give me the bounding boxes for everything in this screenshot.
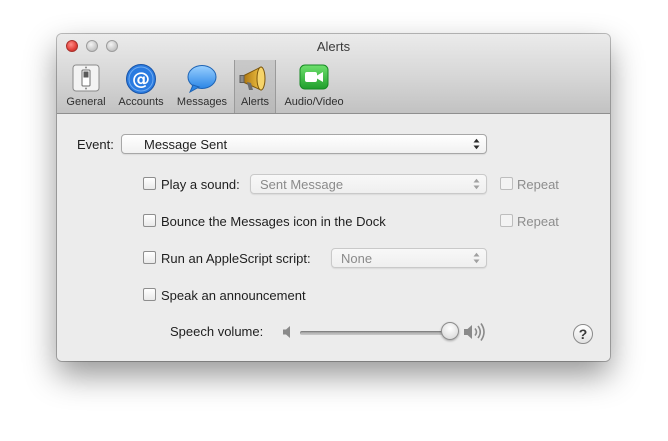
popup-arrows-icon: [473, 178, 480, 190]
speech-bubble-icon: [187, 65, 217, 94]
speaker-quiet-icon: [283, 326, 290, 338]
tab-label: Alerts: [240, 96, 270, 108]
tab-audio-video[interactable]: Audio/Video: [278, 60, 350, 113]
video-camera-icon: [299, 64, 329, 90]
window-title: Alerts: [316, 39, 351, 54]
bounce-repeat-checkbox[interactable]: [500, 214, 513, 227]
sound-repeat-label: Repeat: [517, 177, 559, 192]
speech-volume-track[interactable]: [300, 331, 450, 335]
light-switch-icon: [72, 64, 100, 92]
tab-general[interactable]: General: [62, 60, 110, 113]
alerts-preferences-window: Alerts General @ Accounts Messages Alert…: [57, 34, 610, 361]
applescript-label: Run an AppleScript script:: [161, 251, 311, 266]
applescript-checkbox[interactable]: [143, 251, 156, 264]
tab-accounts[interactable]: @ Accounts: [113, 60, 169, 113]
event-label: Event:: [77, 137, 114, 152]
speech-volume-label: Speech volume:: [170, 324, 264, 339]
alerts-pane: Event: Message Sent Play a sound: Sent M…: [57, 114, 610, 361]
tab-alerts[interactable]: Alerts: [234, 60, 276, 113]
speak-announcement-checkbox[interactable]: [143, 288, 156, 301]
speak-announcement-label: Speak an announcement: [161, 288, 306, 303]
sound-popup[interactable]: Sent Message: [250, 174, 487, 194]
play-sound-label: Play a sound:: [161, 177, 240, 192]
event-popup-value: Message Sent: [144, 137, 228, 152]
popup-arrows-icon: [473, 252, 480, 264]
bounce-repeat-label: Repeat: [517, 214, 559, 229]
tab-messages[interactable]: Messages: [172, 60, 232, 113]
bounce-icon-label: Bounce the Messages icon in the Dock: [161, 214, 386, 229]
play-sound-checkbox[interactable]: [143, 177, 156, 190]
speech-volume-knob[interactable]: [441, 322, 459, 340]
applescript-popup[interactable]: None: [331, 248, 487, 268]
applescript-popup-value: None: [341, 251, 373, 266]
sound-popup-value: Sent Message: [260, 177, 344, 192]
tab-label: Accounts: [118, 96, 164, 108]
event-popup[interactable]: Message Sent: [121, 134, 487, 154]
tab-label: General: [66, 96, 106, 108]
svg-text:@: @: [132, 69, 150, 90]
sound-repeat-checkbox[interactable]: [500, 177, 513, 190]
speaker-loud-icon: [464, 323, 485, 341]
bounce-icon-checkbox[interactable]: [143, 214, 156, 227]
popup-arrows-icon: [473, 138, 480, 150]
title-bar-toolbar: Alerts General @ Accounts Messages Alert…: [57, 34, 610, 114]
megaphone-icon: [239, 66, 266, 91]
at-sign-icon: @: [126, 64, 156, 94]
help-button[interactable]: ?: [573, 324, 593, 344]
tab-label: Audio/Video: [284, 96, 344, 108]
tab-label: Messages: [176, 96, 228, 108]
